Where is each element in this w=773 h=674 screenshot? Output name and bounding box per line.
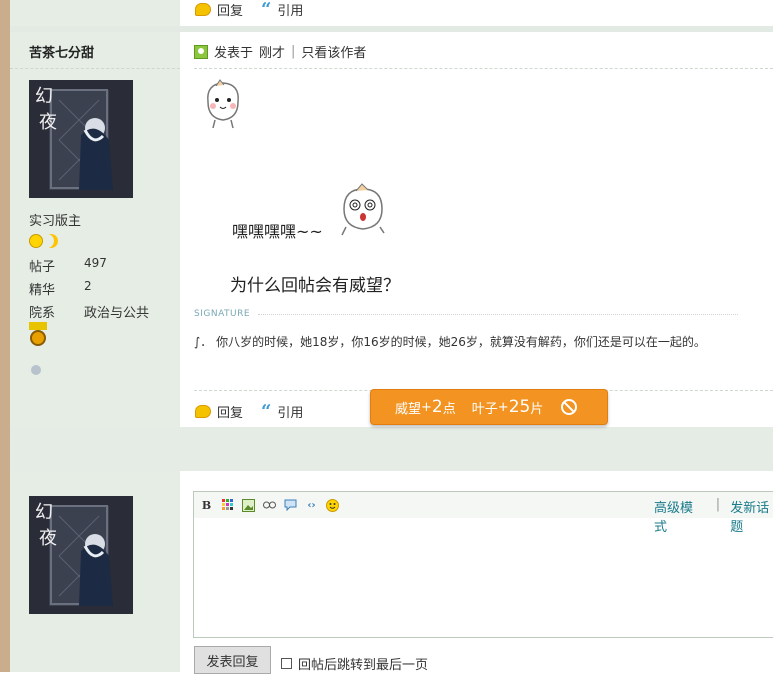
stat-department: 院系 政治与公共 — [29, 306, 150, 321]
stat-digest: 精华 2 — [29, 279, 92, 298]
post-actions: 回复 “ 引用 — [195, 402, 303, 421]
post-author-name[interactable]: 苦茶七分甜 — [29, 42, 94, 61]
medal-icon[interactable] — [29, 322, 47, 346]
advanced-mode-link[interactable]: 高级模式 — [654, 497, 706, 535]
user-title: 实习版主 — [29, 214, 82, 229]
reply-avatar: 幻 夜 — [29, 496, 133, 614]
posted-label: 发表于 — [214, 46, 254, 61]
jump-last-checkbox[interactable] — [281, 658, 292, 669]
quote-icon[interactable]: “ — [261, 0, 271, 18]
sun-icon — [29, 234, 43, 248]
color-grid-icon[interactable] — [221, 499, 234, 512]
reply-icon[interactable] — [195, 3, 211, 16]
online-status-icon — [31, 365, 41, 375]
prev-post-actions: 回复 “ 引用 — [195, 0, 303, 19]
quote-icon[interactable]: “ — [261, 402, 271, 420]
svg-text:幻: 幻 — [35, 502, 53, 523]
avatar[interactable]: 幻 夜 — [29, 80, 133, 198]
reward-leaves-value: 25 — [508, 397, 531, 417]
meta-separator: | — [291, 44, 296, 59]
close-reward-icon[interactable] — [561, 399, 578, 415]
post-line-2: 为什么回帖会有威望？ — [230, 276, 400, 296]
emoticon-smile — [207, 79, 239, 129]
jump-last-option: 回帖后跳转到最后一页 — [281, 654, 428, 673]
quote-link[interactable]: 引用 — [277, 402, 303, 421]
svg-text:幻: 幻 — [35, 86, 53, 107]
user-icon — [194, 44, 208, 59]
signature-text: ∫． 你八岁的时候，她18岁，你16岁的时候，她26岁，就算没有解药，你们还是可… — [194, 335, 706, 349]
post-divider — [10, 26, 773, 32]
reply-avatar-art: 幻 夜 — [29, 496, 133, 614]
code-icon[interactable]: ‹› — [305, 499, 318, 512]
new-topic-link[interactable]: 发新话题 — [730, 497, 773, 535]
post-meta: 发表于 刚才 | 只看该作者 — [194, 42, 366, 61]
emoticon-icon[interactable] — [326, 498, 339, 512]
editor-link-separator: | — [715, 497, 721, 512]
user-level-icons — [29, 234, 58, 248]
section-divider — [10, 427, 773, 471]
reply-link[interactable]: 回复 — [217, 0, 243, 19]
author-only-link[interactable]: 只看该作者 — [301, 42, 366, 61]
reward-prestige-value: 2 — [431, 397, 443, 417]
svg-text:夜: 夜 — [39, 528, 57, 549]
submit-reply-button[interactable]: 发表回复 — [194, 646, 271, 674]
editor-links: 高级模式 | 发新话题 — [654, 497, 773, 535]
post-line-1: 嘿嘿嘿嘿~~ — [232, 222, 323, 241]
signature-divider — [258, 314, 738, 315]
quote-bubble-icon[interactable] — [284, 499, 297, 512]
sidebar-divider — [10, 68, 180, 69]
reward-prestige-label: 威望 — [395, 401, 422, 417]
reply-editor[interactable]: B ‹› 高级模式 | 发新话题 — [193, 491, 773, 638]
moon-icon — [44, 234, 58, 248]
link-icon[interactable] — [263, 499, 276, 512]
image-icon[interactable] — [242, 498, 255, 512]
quote-link[interactable]: 引用 — [277, 0, 303, 19]
reply-icon[interactable] — [195, 405, 211, 418]
reward-leaves-label: 叶子 — [471, 401, 498, 417]
user-stats: 帖子 497 精华 2 院系 政治与公共 — [29, 256, 149, 321]
emoticon-dizzy — [341, 183, 385, 236]
avatar-art: 幻 夜 — [29, 80, 133, 198]
reward-popup: 威望 + 2 点 叶子 + 25 片 — [370, 389, 608, 425]
jump-last-label: 回帖后跳转到最后一页 — [298, 658, 429, 673]
signature-label: SIGNATURE — [194, 309, 251, 319]
stat-posts: 帖子 497 — [29, 256, 107, 275]
reply-link[interactable]: 回复 — [217, 402, 243, 421]
post-time: 刚才 — [259, 46, 286, 61]
bold-icon[interactable]: B — [200, 499, 213, 512]
post-header-divider — [194, 68, 773, 69]
svg-text:夜: 夜 — [39, 112, 57, 133]
left-edge-bar — [0, 0, 10, 672]
